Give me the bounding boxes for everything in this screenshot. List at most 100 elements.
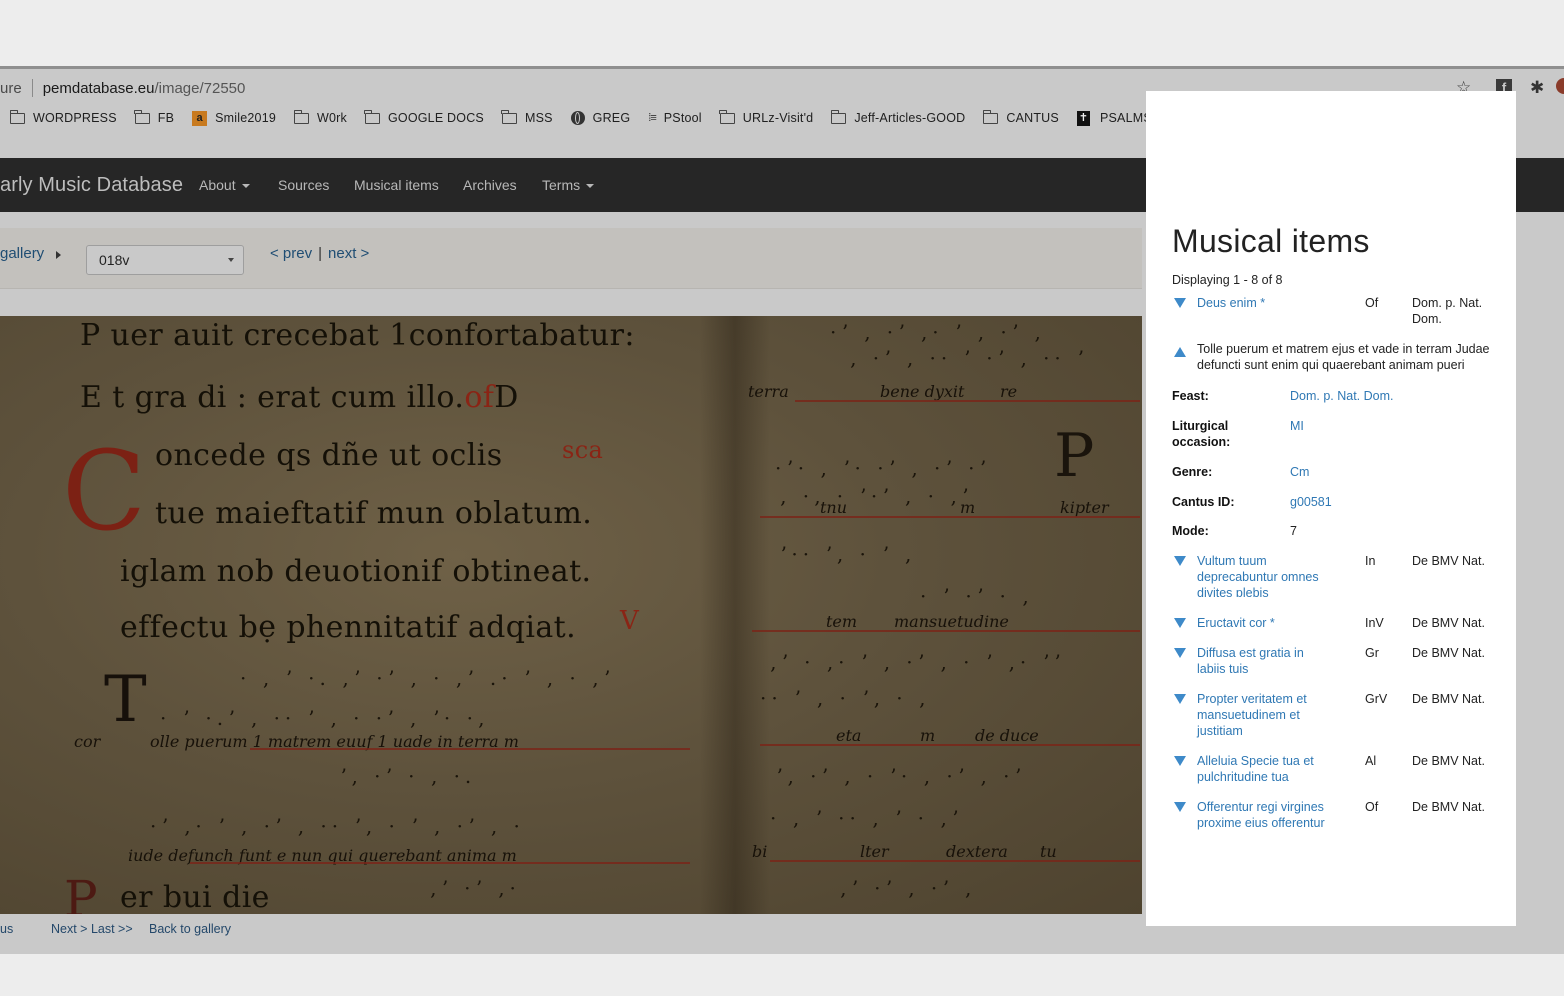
expand-triangle-icon[interactable] (1174, 694, 1186, 704)
expand-triangle-icon[interactable] (1174, 648, 1186, 658)
item-title-link[interactable]: Eructavit cor * (1197, 615, 1329, 631)
bookmark-greg[interactable]: GREG (570, 111, 631, 125)
bookmark-psalms[interactable]: ✝ PSALMS (1076, 110, 1152, 126)
item-feast: Dom. p. Nat. Dom. (1412, 296, 1483, 326)
bookmark-pstool[interactable]: ⁞≡ PStool (648, 111, 702, 125)
ms-neumes-5: ‚ʼ ·ʼ ‚· (430, 876, 521, 900)
bookmark-google-docs[interactable]: GOOGLE DOCS (364, 109, 484, 125)
ms-staff-line (752, 630, 1140, 632)
ms-word-mansuetudine: mansuetudine (894, 612, 1009, 631)
back-to-gallery-link[interactable]: Back to gallery (149, 922, 231, 936)
ms-neumes-1: · ‚ ʼ ·. ‚ʼ ·ʼ ‚ · ‚ʼ .· ʼ ‚ · ‚ʼ (240, 666, 615, 690)
genre-link[interactable]: Cm (1290, 464, 1309, 480)
feast-link[interactable]: Dom. p. Nat. Dom. (1290, 388, 1394, 404)
url-prefix: ure (0, 79, 22, 97)
address-bar[interactable]: ure pemdatabase.eu/image/72550 (0, 74, 245, 102)
panel-count: Displaying 1 - 8 of 8 (1172, 273, 1283, 287)
folder-icon (830, 109, 847, 124)
ms-word-bi: bi (752, 842, 768, 861)
musical-item-row[interactable]: Vultum tuum deprecabuntur omnes divites … (1172, 553, 1507, 597)
bookmark-mss[interactable]: MSS (501, 109, 553, 125)
next-link[interactable]: next > (328, 245, 369, 262)
amazon-icon: a (192, 110, 208, 126)
address-separator (31, 79, 33, 97)
ms-word-m: m (960, 498, 976, 517)
prev-link[interactable]: < prev (270, 245, 312, 262)
caret-down-icon (241, 184, 250, 189)
profile-avatar[interactable] (1556, 78, 1564, 94)
folio-select[interactable]: 018v (86, 245, 244, 275)
page-fold (700, 316, 770, 914)
nav-about[interactable]: About (199, 158, 250, 212)
ms-line-4: tue maieftatif mun oblatum. (155, 496, 593, 531)
musical-item-row[interactable]: Eructavit cor * InV De BMV Nat. (1172, 615, 1507, 633)
expand-triangle-icon[interactable] (1174, 556, 1186, 566)
nav-sources[interactable]: Sources (278, 158, 329, 212)
expand-triangle-icon[interactable] (1174, 618, 1186, 628)
folder-icon (293, 109, 310, 124)
bookmark-work[interactable]: W0rk (293, 109, 347, 125)
prev-fragment-link[interactable]: us (0, 922, 13, 936)
item-genre: Of (1365, 296, 1379, 310)
ms-word-kipter: kipter (1060, 498, 1109, 517)
expand-triangle-icon[interactable] (1174, 298, 1186, 308)
gallery-link[interactable]: gallery (0, 245, 44, 262)
ms-neumes-8: ·ʼ· ‚ ʼ· ·ʼ ‚ ·ʼ ·ʼ (775, 456, 991, 480)
ms-line-6: effectu bẹ phennitatif adqiat. (120, 610, 577, 645)
ms-initial-d: D (494, 380, 519, 415)
ms-rubric-sca: sca (562, 436, 604, 464)
item-title-link[interactable]: Deus enim * (1197, 295, 1329, 311)
item-genre: Of (1365, 800, 1379, 814)
item-incipit: Tolle puerum et matrem ejus et vade in t… (1197, 342, 1490, 372)
item-title-link[interactable]: Offerentur regi virgines proxime eius of… (1197, 799, 1329, 831)
site-brand[interactable]: arly Music Database (0, 158, 183, 212)
ms-staff-line (250, 748, 690, 750)
dropdown-arrow-icon (228, 258, 234, 262)
collapse-triangle-icon[interactable] (1174, 347, 1186, 357)
bookmark-smile2019[interactable]: a Smile2019 (192, 110, 276, 126)
globe-icon (570, 111, 585, 125)
item-title-link[interactable]: Diffusa est gratia in labiis tuis (1197, 645, 1329, 677)
breadcrumb-arrow-icon (56, 251, 61, 259)
ms-line-2: E t gra di : erat cum illo.ofD (80, 380, 519, 415)
item-feast: De BMV Nat. (1412, 692, 1485, 706)
musical-item-row[interactable]: Propter veritatem et mansuetudinem et ju… (1172, 691, 1507, 741)
bookmark-cantus[interactable]: CANTUS (982, 109, 1059, 125)
item-genre: Al (1365, 754, 1377, 768)
ms-neumes-3: ʼ‚ ·ʼ · ‚ ·. (340, 764, 477, 788)
ms-line-1: P uer auit crecebat 1confortabatur: (80, 318, 635, 353)
next-last-link[interactable]: Next > Last >> (51, 922, 133, 936)
musical-item-row[interactable]: Alleluia Specie tua et pulchritudine tua… (1172, 753, 1507, 787)
bookmark-urlz-visitd[interactable]: URLz-Visit'd (719, 109, 814, 125)
ms-staff-line (190, 862, 690, 864)
ms-neumes-7: ‚ ·ʼ ‚ ·· ʼ ·ʼ ‚ ·· ʼ (850, 346, 1089, 370)
musical-item-row[interactable]: Offerentur regi virgines proxime eius of… (1172, 799, 1507, 843)
manuscript-image[interactable]: P uer auit crecebat 1confortabatur: E t … (0, 316, 1142, 914)
musical-item-row[interactable]: Diffusa est gratia in labiis tuis Gr De … (1172, 645, 1507, 679)
cantus-id-link[interactable]: g00581 (1290, 494, 1332, 510)
item-title-link[interactable]: Propter veritatem et mansuetudinem et ju… (1197, 691, 1329, 739)
item-title-link[interactable]: Vultum tuum deprecabuntur omnes divites … (1197, 553, 1329, 597)
item-title-link[interactable]: Alleluia Specie tua et pulchritudine tua (1197, 753, 1329, 785)
bookmark-wordpress[interactable]: WORDPRESS (9, 109, 117, 125)
folder-icon (501, 109, 517, 124)
extensions-puzzle-icon[interactable]: ✱ (1530, 78, 1544, 98)
ms-neumes-11: · ʼ ·ʼ · ‚ (920, 584, 1034, 608)
nav-archives[interactable]: Archives (463, 158, 517, 212)
bookmark-fb[interactable]: FB (134, 109, 174, 125)
expand-triangle-icon[interactable] (1174, 756, 1186, 766)
folder-icon (9, 109, 25, 124)
ms-rubric-v: V (620, 606, 640, 636)
ms-neumes-12: ‚ʼ · ‚· ʼ ‚ ·ʼ ‚ · ʼ ‚· ʼʼ (770, 650, 1066, 674)
item-feast: De BMV Nat. (1412, 554, 1485, 568)
musical-item-row[interactable]: Deus enim * Of Dom. p. Nat. Dom. (1172, 295, 1507, 331)
ms-word-tem: tem (826, 612, 858, 631)
bookmark-jeff-articles[interactable]: Jeff-Articles-GOOD (830, 109, 965, 125)
ms-word-lter: lter (860, 842, 889, 861)
item-genre: GrV (1365, 692, 1388, 706)
nav-musical-items[interactable]: Musical items (354, 158, 439, 212)
nav-terms[interactable]: Terms (542, 158, 595, 212)
pager: < prev | next > (270, 245, 369, 262)
expand-triangle-icon[interactable] (1174, 802, 1186, 812)
occasion-link[interactable]: MI (1290, 418, 1304, 434)
